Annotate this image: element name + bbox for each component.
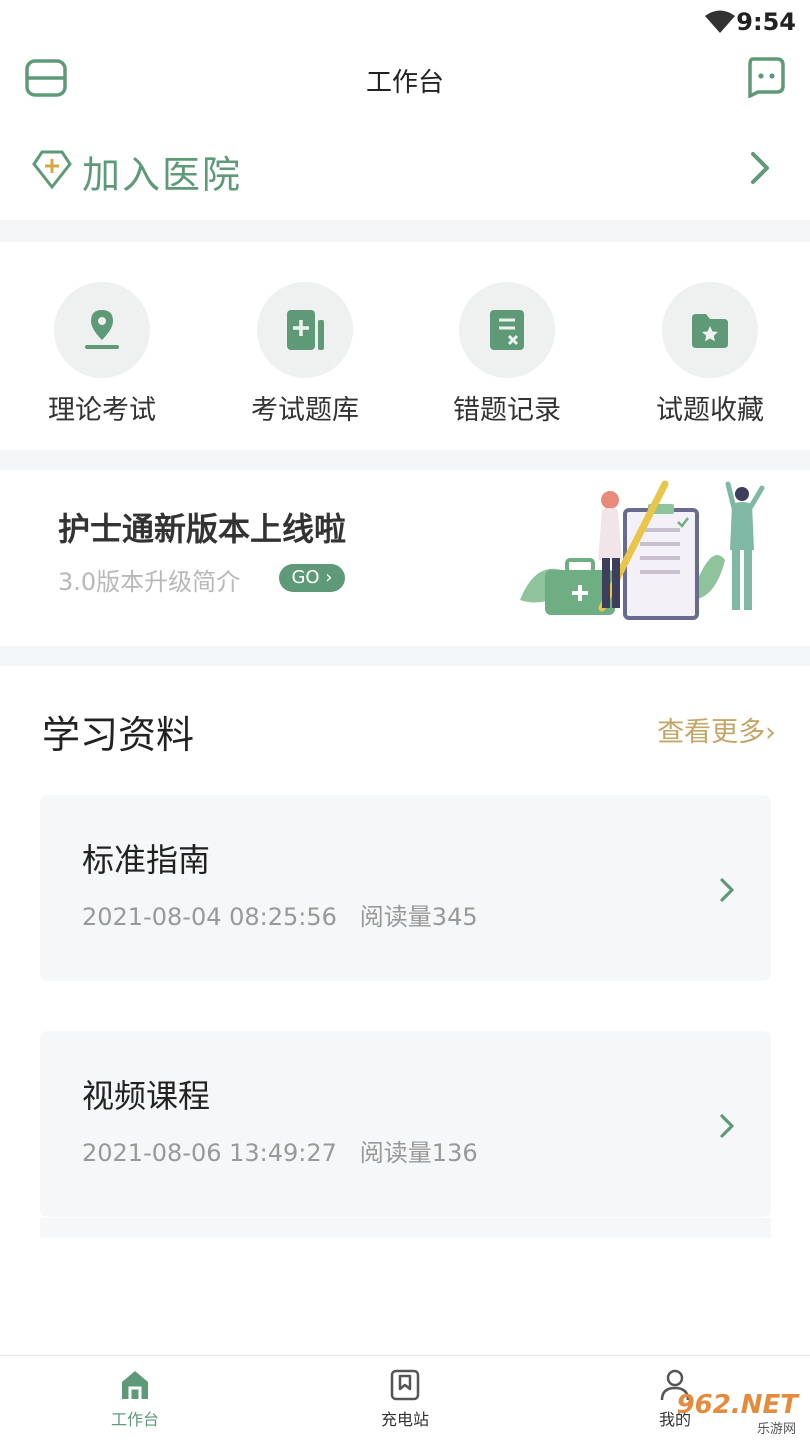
quick-actions: 理论考试 考试题库 错题记录 试题收藏: [0, 242, 810, 450]
quick-action-icon-bg: [459, 282, 555, 378]
banner-title: 护士通新版本上线啦: [58, 510, 347, 548]
nav-label: 工作台: [110, 1410, 159, 1429]
nav-item-charging-station[interactable]: 充电站: [345, 1368, 465, 1434]
pen-nib-icon: [85, 310, 119, 349]
watermark-logo-text: 962.NET: [676, 1390, 798, 1420]
star-folder-icon: [692, 314, 728, 348]
chat-icon[interactable]: [744, 56, 786, 98]
quick-action-label: 错题记录: [453, 395, 561, 426]
quick-action-error-records[interactable]: 错题记录: [427, 282, 587, 432]
wifi-icon: [705, 10, 735, 33]
section-title: 学习资料: [42, 713, 195, 757]
card-title: 标准指南: [82, 841, 211, 879]
section-divider: [0, 450, 810, 470]
banner-subtitle: 3.0版本升级简介: [58, 568, 241, 596]
header: 工作台: [0, 44, 810, 120]
card-reads: 阅读量136: [359, 1139, 478, 1167]
watermark-subtext: 乐游网: [756, 1422, 796, 1437]
card-date: 2021-08-04 08:25:56: [82, 903, 337, 931]
go-button[interactable]: GO ›: [279, 564, 345, 592]
status-bar: 9:54: [0, 0, 810, 44]
join-hospital-label: 加入医院: [82, 153, 243, 197]
status-time: 9:54: [736, 8, 796, 36]
chevron-right-icon: [720, 878, 734, 902]
card-meta: 2021-08-04 08:25:56 阅读量345: [82, 897, 478, 932]
quick-action-theory-exam[interactable]: 理论考试: [22, 282, 182, 432]
diamond-plus-icon: [32, 150, 72, 190]
error-list-icon: [490, 310, 524, 350]
chevron-right-icon: [720, 1114, 734, 1138]
quick-action-label: 考试题库: [251, 395, 359, 426]
study-materials-section: 学习资料 查看更多› 标准指南 2021-08-04 08:25:56 阅读量3…: [0, 666, 810, 1346]
quick-action-label: 试题收藏: [656, 395, 764, 426]
join-hospital-row[interactable]: 加入医院: [0, 120, 810, 220]
quick-action-icon-bg: [54, 282, 150, 378]
card-date: 2021-08-06 13:49:27: [82, 1139, 337, 1167]
update-banner[interactable]: 护士通新版本上线啦 3.0版本升级简介 GO ›: [0, 470, 810, 646]
quick-action-icon-bg: [257, 282, 353, 378]
card-title: 视频课程: [82, 1077, 211, 1115]
nurse-illustration: [520, 480, 765, 620]
add-document-icon: [287, 310, 324, 350]
quick-action-favorites[interactable]: 试题收藏: [630, 282, 790, 432]
card-reads: 阅读量345: [359, 903, 478, 931]
quick-action-label: 理论考试: [48, 395, 156, 426]
watermark: 962.NET 乐游网: [654, 1390, 804, 1437]
home-icon: [122, 1371, 148, 1399]
chevron-right-icon: [751, 152, 769, 184]
bookmark-icon: [390, 1369, 420, 1401]
nav-label: 充电站: [380, 1410, 429, 1429]
quick-action-icon-bg: [662, 282, 758, 378]
page-title: 工作台: [365, 68, 444, 98]
view-more-link[interactable]: 查看更多›: [657, 710, 776, 749]
study-card[interactable]: 视频课程 2021-08-06 13:49:27 阅读量136: [40, 1031, 771, 1217]
study-card[interactable]: 标准指南 2021-08-04 08:25:56 阅读量345: [40, 795, 771, 981]
quick-action-question-bank[interactable]: 考试题库: [225, 282, 385, 432]
card-meta: 2021-08-06 13:49:27 阅读量136: [82, 1133, 478, 1168]
section-divider: [0, 220, 810, 242]
card-partial-strip: [40, 1218, 771, 1238]
nav-item-workbench[interactable]: 工作台: [75, 1368, 195, 1434]
section-divider: [0, 646, 810, 666]
